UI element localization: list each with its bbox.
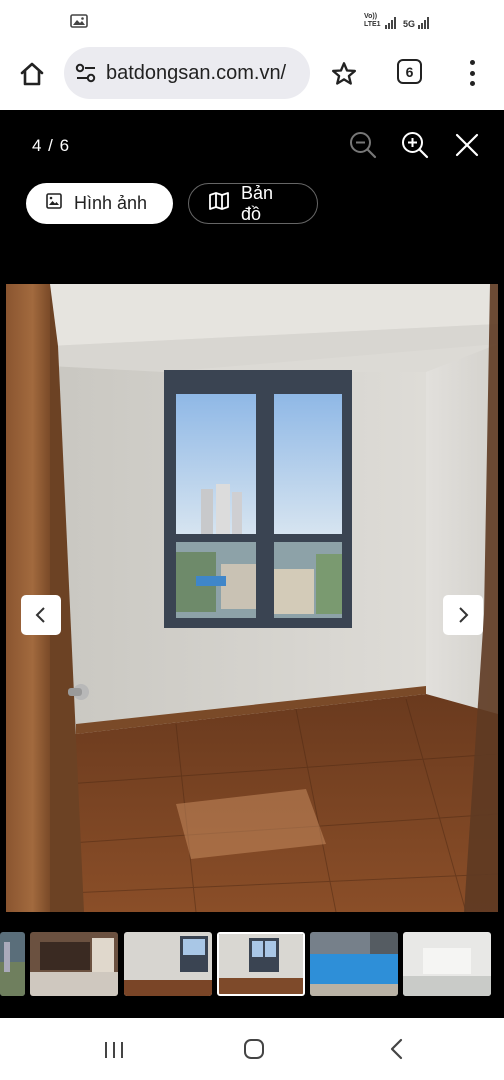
thumbnail-strip (0, 932, 504, 996)
tab-images-label: Hình ảnh (74, 193, 148, 213)
recents-icon[interactable] (102, 1040, 126, 1060)
map-icon (209, 192, 229, 215)
next-image-button[interactable] (443, 595, 483, 635)
tab-images[interactable]: Hình ảnh (26, 183, 173, 224)
thumbnail-1[interactable] (0, 932, 25, 996)
system-nav-bar (0, 1018, 504, 1080)
tab-count: 6 (405, 63, 414, 80)
browser-toolbar: batdongsan.com.vn/ 6 (0, 40, 504, 110)
thumbnail-6[interactable] (403, 932, 491, 996)
close-icon[interactable] (454, 132, 480, 158)
more-vert-icon[interactable] (460, 58, 484, 88)
gallery-icon (70, 14, 88, 33)
tune-icon[interactable] (74, 61, 98, 85)
signal-strength-icon (384, 17, 396, 29)
chevron-left-icon (35, 607, 45, 623)
image-icon (46, 193, 62, 214)
zoom-in-icon[interactable] (400, 130, 430, 160)
network-type: 5G (402, 19, 415, 29)
star-icon[interactable] (330, 60, 358, 88)
home-icon[interactable] (16, 58, 48, 90)
back-icon[interactable] (386, 1038, 408, 1060)
url-text[interactable]: batdongsan.com.vn/ (106, 62, 286, 85)
address-bar[interactable]: batdongsan.com.vn/ (64, 47, 310, 99)
thumbnail-2[interactable] (30, 932, 118, 996)
tab-map[interactable]: Bản đồ (188, 183, 318, 224)
thumbnail-4-active[interactable] (217, 932, 305, 996)
previous-image-button[interactable] (21, 595, 61, 635)
network-label: Vo)) LTE1 (363, 13, 381, 28)
tab-map-label: Bản đồ (241, 182, 274, 224)
thumbnail-5[interactable] (310, 932, 398, 996)
status-bar: Vo)) LTE1 5G (0, 0, 504, 40)
signal-indicators: Vo)) LTE1 5G (364, 13, 429, 29)
zoom-out-icon[interactable] (348, 130, 378, 160)
thumbnail-3[interactable] (124, 932, 212, 996)
tabs-button[interactable]: 6 (397, 59, 422, 84)
signal-strength-icon-2 (418, 17, 429, 29)
image-counter: 4 / 6 (32, 136, 71, 155)
main-photo[interactable] (6, 284, 498, 912)
home-nav-icon[interactable] (243, 1038, 265, 1060)
chevron-right-icon (459, 607, 469, 623)
